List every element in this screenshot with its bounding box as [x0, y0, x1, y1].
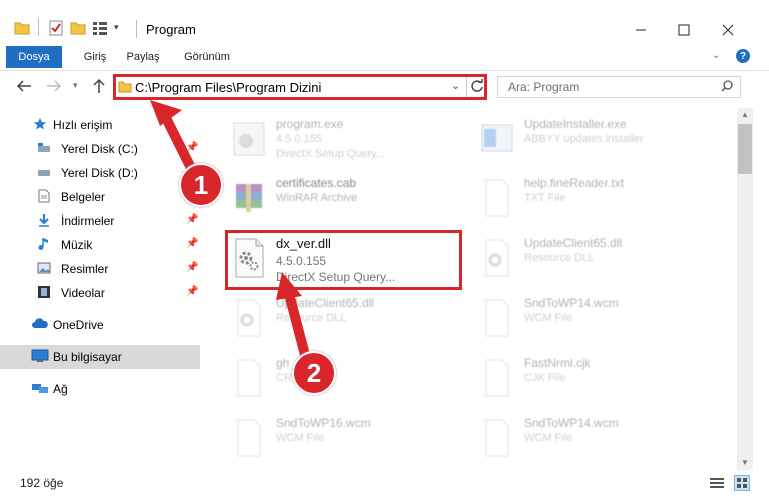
tiles-view-icon[interactable] [734, 475, 750, 491]
scroll-down-icon[interactable]: ▼ [741, 458, 749, 467]
callout-2: 2 [292, 351, 336, 395]
item-count: 192 öğe [20, 476, 64, 490]
details-view-icon[interactable] [710, 477, 724, 492]
arrow-2 [283, 285, 310, 360]
scroll-up-icon[interactable]: ▲ [741, 110, 749, 119]
callout-1: 1 [179, 163, 223, 207]
status-bar [0, 470, 769, 503]
arrowhead-2 [276, 272, 302, 300]
annotation-arrows [150, 100, 310, 360]
scrollbar-thumb[interactable] [738, 124, 752, 174]
